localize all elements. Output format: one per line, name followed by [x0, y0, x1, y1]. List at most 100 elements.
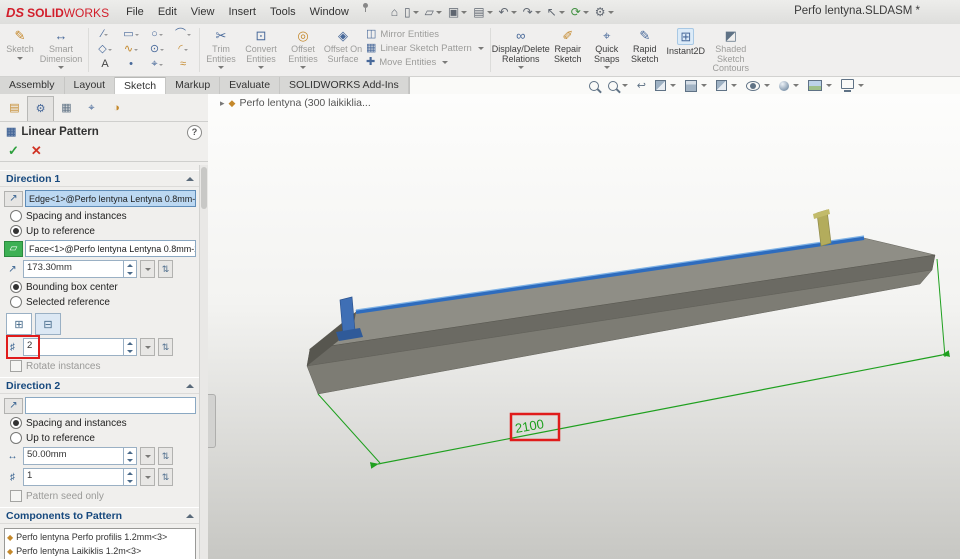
- hide-show-items-button[interactable]: [746, 80, 770, 91]
- breadcrumb[interactable]: ▸ ◆ Perfo lentyna (300 laikiklia...: [220, 97, 371, 109]
- radio-selected-reference[interactable]: Selected reference: [10, 296, 192, 308]
- increment-toggle-button[interactable]: ⇅: [158, 447, 173, 465]
- reverse-direction2-button[interactable]: ↗: [4, 397, 23, 414]
- direction1-reference-field[interactable]: Face<1>@Perfo lentyna Lentyna 0.8mm-2: [25, 240, 196, 257]
- direction1-instances-field[interactable]: 2: [23, 338, 137, 356]
- direction2-spacing-spinner[interactable]: [123, 448, 136, 464]
- radio-bounding-box-center[interactable]: Bounding box center: [10, 281, 192, 293]
- direction2-section-header[interactable]: Direction 2: [0, 377, 200, 394]
- text-tool-button[interactable]: A: [92, 57, 118, 72]
- previous-view-button[interactable]: ↩: [637, 80, 646, 92]
- breadcrumb-expand-icon[interactable]: ▸: [220, 98, 225, 109]
- sketch-fillet-tool-button[interactable]: ◜: [170, 42, 196, 57]
- centerpoint-arc-tool-button[interactable]: ⌒: [170, 27, 196, 42]
- propertymanager-tab[interactable]: ⚙: [27, 96, 54, 121]
- tab-layout[interactable]: Layout: [65, 77, 116, 94]
- instant2d-button[interactable]: ⊞ Instant2D: [664, 24, 708, 76]
- sketch-button[interactable]: ✎ Sketch: [3, 24, 37, 76]
- options-button[interactable]: ⚙: [592, 3, 617, 21]
- pin-menu-icon[interactable]: [360, 2, 370, 12]
- components-section-header[interactable]: Components to Pattern: [0, 507, 200, 524]
- direction1-section-header[interactable]: Direction 1: [0, 170, 200, 187]
- tab-evaluate[interactable]: Evaluate: [220, 77, 281, 94]
- instances-dropdown[interactable]: [140, 468, 155, 486]
- help-button[interactable]: ?: [187, 124, 202, 140]
- offset-option-b-button[interactable]: ⊟: [35, 313, 61, 335]
- tab-sketch[interactable]: Sketch: [115, 77, 167, 94]
- graphics-viewport[interactable]: 2100 ▸ ◆ Perfo lentyna (300 laikiklia...: [208, 94, 960, 559]
- section-view-button[interactable]: [655, 80, 676, 91]
- menu-window[interactable]: Window: [303, 2, 356, 22]
- reverse-direction1-button[interactable]: ↗: [4, 190, 23, 207]
- offset-on-surface-button[interactable]: ◈ Offset On Surface: [323, 24, 363, 76]
- line-tool-button[interactable]: ∕: [92, 27, 118, 42]
- pattern-seed-only-checkbox[interactable]: Pattern seed only: [10, 490, 192, 502]
- smart-dimension-button[interactable]: ↔ Smart Dimension: [37, 24, 85, 76]
- zoom-fit-button[interactable]: [588, 80, 599, 91]
- offset-option-a-button[interactable]: ⊞: [6, 313, 32, 335]
- direction2-spacing-field[interactable]: 50.00mm: [23, 447, 137, 465]
- edit-appearance-button[interactable]: [779, 80, 799, 91]
- radio-up-to-reference-d2[interactable]: Up to reference: [10, 432, 192, 444]
- print-button[interactable]: ▤: [470, 3, 495, 21]
- radio-spacing-and-instances-d1[interactable]: Spacing and instances: [10, 210, 192, 222]
- ellipse-tool-button[interactable]: ⊙: [144, 42, 170, 57]
- direction1-instances-spinner[interactable]: [123, 339, 136, 355]
- offset-distance-spinner[interactable]: [123, 261, 136, 277]
- ok-button[interactable]: ✓: [8, 143, 19, 159]
- increment-toggle-button[interactable]: ⇅: [158, 468, 173, 486]
- select-button[interactable]: ↖: [544, 3, 568, 21]
- quick-snaps-button[interactable]: ⌖ Quick Snaps: [588, 24, 626, 76]
- cancel-button[interactable]: ✕: [31, 143, 42, 159]
- zoom-area-button[interactable]: [607, 80, 628, 91]
- offset-entities-button[interactable]: ◎ Offset Entities: [283, 24, 323, 76]
- display-delete-relations-button[interactable]: ∞ Display/Delete Relations: [492, 24, 550, 76]
- open-button[interactable]: ▱: [422, 3, 445, 21]
- list-item[interactable]: ◆ Perfo lentyna Laikiklis 1.2m<3>: [7, 544, 193, 558]
- offset-units-dropdown[interactable]: [140, 260, 155, 278]
- undo-button[interactable]: ↶: [496, 3, 520, 21]
- panel-scrollbar-thumb[interactable]: [201, 167, 207, 209]
- configurationmanager-tab[interactable]: ▦: [54, 96, 79, 121]
- tab-solidworks-add-ins[interactable]: SOLIDWORKS Add-Ins: [280, 77, 409, 94]
- menu-tools[interactable]: Tools: [263, 2, 303, 22]
- home-button[interactable]: ⌂: [388, 3, 401, 21]
- panel-scrollbar[interactable]: [199, 165, 208, 559]
- components-to-pattern-list[interactable]: ◆ Perfo lentyna Perfo profilis 1.2mm<3> …: [4, 528, 196, 559]
- radio-spacing-and-instances-d2[interactable]: Spacing and instances: [10, 417, 192, 429]
- view-settings-button[interactable]: [841, 79, 864, 92]
- direction2-edge-field[interactable]: [25, 397, 196, 414]
- trim-entities-button[interactable]: ✂ Trim Entities: [203, 24, 239, 76]
- polygon-tool-button[interactable]: ◇: [92, 42, 118, 57]
- point-tool-button[interactable]: •: [118, 57, 144, 72]
- centerline-tool-button[interactable]: ⌖: [144, 57, 170, 72]
- panel-splitter-handle[interactable]: [208, 394, 216, 448]
- view-orientation-button[interactable]: [685, 79, 707, 92]
- redo-button[interactable]: ↷: [520, 3, 544, 21]
- direction2-instances-field[interactable]: 1: [23, 468, 137, 486]
- menu-view[interactable]: View: [184, 2, 222, 22]
- move-entities-button[interactable]: ✚ Move Entities: [363, 57, 487, 68]
- menu-edit[interactable]: Edit: [151, 2, 184, 22]
- spline-tool-button[interactable]: ∿: [118, 42, 144, 57]
- rotate-instances-checkbox[interactable]: Rotate instances: [10, 360, 192, 372]
- circle-tool-button[interactable]: ○: [144, 27, 170, 42]
- dimension-line[interactable]: [369, 350, 951, 469]
- equation-tool-button[interactable]: ≈: [170, 57, 196, 72]
- displaymanager-tab[interactable]: ◑: [104, 96, 129, 121]
- radio-up-to-reference-d1[interactable]: Up to reference: [10, 225, 192, 237]
- menu-insert[interactable]: Insert: [221, 2, 263, 22]
- display-style-button[interactable]: [716, 80, 737, 91]
- instances-dropdown[interactable]: [140, 338, 155, 356]
- dimxpert-tab[interactable]: ⌖: [79, 96, 104, 121]
- rebuild-button[interactable]: ⟳: [568, 3, 592, 21]
- tab-assembly[interactable]: Assembly: [0, 77, 65, 94]
- corner-rectangle-tool-button[interactable]: ▭: [118, 27, 144, 42]
- tab-markup[interactable]: Markup: [166, 77, 221, 94]
- increment-toggle-button[interactable]: ⇅: [158, 260, 173, 278]
- direction1-edge-field[interactable]: Edge<1>@Perfo lentyna Lentyna 0.8mm-2: [25, 190, 196, 207]
- direction2-instances-spinner[interactable]: [123, 469, 136, 485]
- menu-file[interactable]: File: [119, 2, 151, 22]
- convert-entities-button[interactable]: ⊡ Convert Entities: [239, 24, 283, 76]
- apply-scene-button[interactable]: [808, 80, 832, 91]
